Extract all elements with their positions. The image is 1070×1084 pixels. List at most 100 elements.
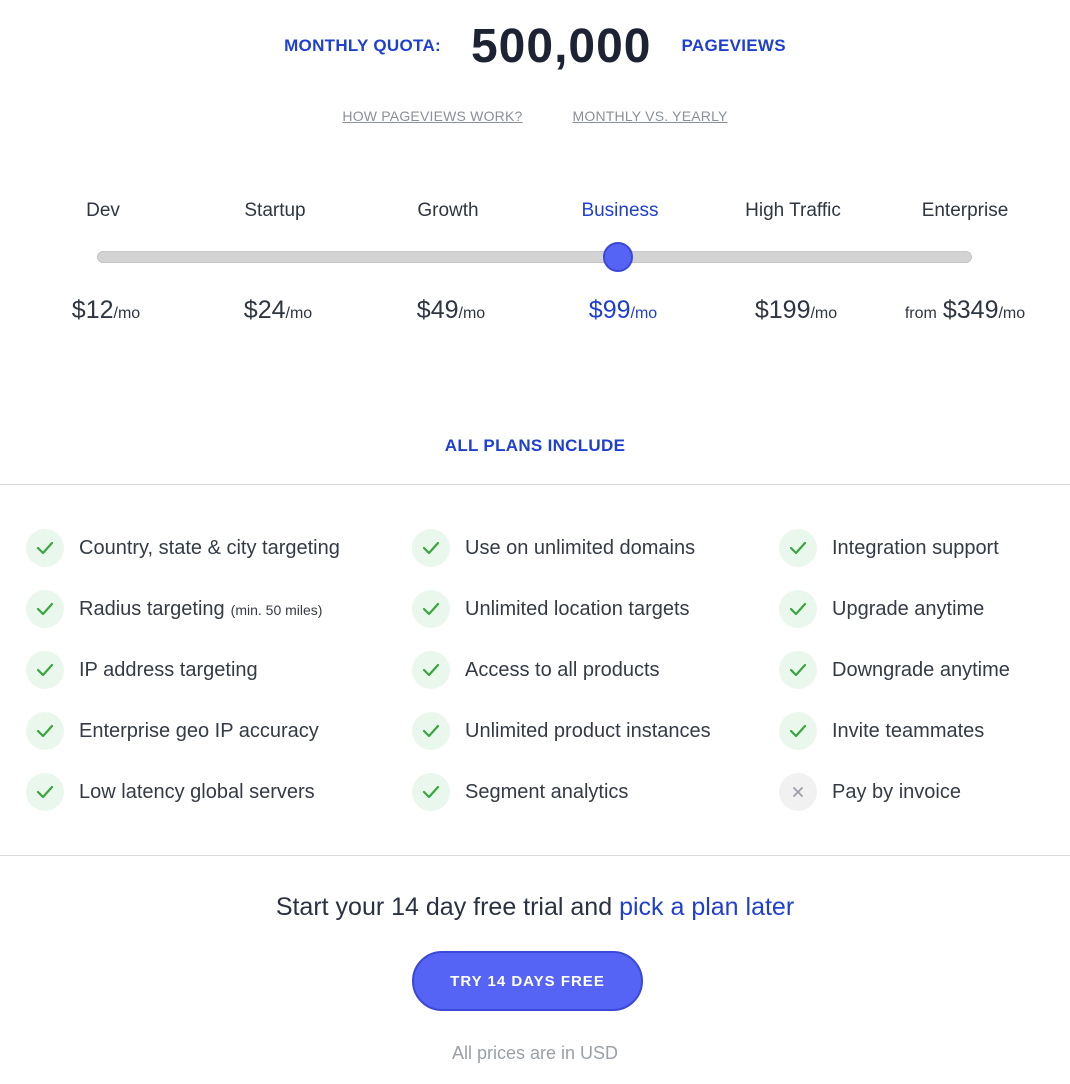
feature-label-text: Use on unlimited domains <box>465 537 696 559</box>
feature-label-text: Unlimited location targets <box>465 598 690 620</box>
feature-item: Unlimited location targets <box>412 589 711 650</box>
check-icon <box>779 651 817 689</box>
feature-label: Radius targeting (min. 50 miles) <box>79 589 322 630</box>
feature-label: Integration support <box>832 528 999 568</box>
plan-names: Dev Startup Growth Business High Traffic… <box>0 200 1070 230</box>
quota-label: MONTHLY QUOTA: <box>284 36 441 55</box>
price-period: /mo <box>113 305 141 322</box>
divider-top <box>0 484 1070 485</box>
feature-item: Low latency global servers <box>26 772 340 833</box>
feature-item: Country, state & city targeting <box>26 528 340 589</box>
feature-label: Upgrade anytime <box>832 589 984 629</box>
monthly-vs-yearly-link[interactable]: MONTHLY VS. YEARLY <box>573 108 728 124</box>
feature-label: Pay by invoice <box>832 772 961 812</box>
check-icon <box>26 651 64 689</box>
divider-bottom <box>0 855 1070 856</box>
feature-label: Unlimited location targets <box>465 589 690 629</box>
price-dev: $12/mo <box>66 296 140 325</box>
feature-column: Integration support Upgrade anytime Downgr… <box>779 528 1010 833</box>
price-enterprise: from $349/mo <box>905 296 1025 325</box>
trial-text-main: Start your 14 day free trial and <box>275 893 613 921</box>
feature-label: Use on unlimited domains <box>465 528 695 568</box>
how-pageviews-work-link[interactable]: HOW PAGEVIEWS WORK? <box>342 108 522 124</box>
trial-text: Start your 14 day free trial and pick a … <box>0 893 1070 922</box>
check-icon <box>779 529 817 567</box>
price-high-traffic: $199/mo <box>749 296 837 325</box>
feature-item: Pay by invoice <box>779 772 1010 833</box>
feature-label: Access to all products <box>465 650 660 690</box>
feature-item: IP address targeting <box>26 650 340 711</box>
feature-label-text: Invite teammates <box>832 720 985 742</box>
check-icon <box>412 529 450 567</box>
quota-row: MONTHLY QUOTA: 500,000 PAGEVIEWS <box>0 16 1070 76</box>
try-free-button[interactable]: TRY 14 DAYS FREE <box>412 951 643 1011</box>
check-icon <box>779 590 817 628</box>
check-icon <box>26 590 64 628</box>
feature-note: (min. 50 miles) <box>230 602 323 618</box>
feature-item: Invite teammates <box>779 711 1010 772</box>
price-amount: $12 <box>71 296 114 324</box>
price-business: $99/mo <box>583 296 657 325</box>
price-prefix: from <box>904 305 937 322</box>
feature-item: Enterprise geo IP accuracy <box>26 711 340 772</box>
price-period: /mo <box>810 305 838 322</box>
plan-name-growth[interactable]: Growth <box>417 200 478 222</box>
feature-label-text: IP address targeting <box>79 659 258 681</box>
price-growth: $49/mo <box>411 296 485 325</box>
price-amount: $349 <box>942 296 999 324</box>
feature-label-text: Radius targeting <box>79 598 225 620</box>
plan-name-business[interactable]: Business <box>581 200 658 222</box>
all-plans-include-title: ALL PLANS INCLUDE <box>444 436 626 455</box>
feature-column: Use on unlimited domains Unlimited locati… <box>412 528 711 833</box>
feature-label: Country, state & city targeting <box>79 528 340 568</box>
feature-label: Unlimited product instances <box>465 711 711 751</box>
plan-prices: $12/mo $24/mo $49/mo $99/mo $199/mo from… <box>0 296 1070 330</box>
feature-label-text: Low latency global servers <box>79 781 315 803</box>
feature-label: Invite teammates <box>832 711 984 751</box>
check-icon <box>26 529 64 567</box>
price-period: /mo <box>458 305 486 322</box>
pick-plan-later-link[interactable]: pick a plan later <box>619 893 794 921</box>
feature-item: Integration support <box>779 528 1010 589</box>
price-period: /mo <box>998 305 1026 322</box>
price-amount: $49 <box>416 296 459 324</box>
price-amount: $99 <box>588 296 631 324</box>
x-icon <box>779 773 817 811</box>
feature-label-text: Segment analytics <box>465 781 629 803</box>
check-icon <box>26 773 64 811</box>
feature-label-text: Access to all products <box>465 659 660 681</box>
feature-item: Use on unlimited domains <box>412 528 711 589</box>
check-icon <box>26 712 64 750</box>
check-icon <box>779 712 817 750</box>
check-icon <box>412 651 450 689</box>
price-period: /mo <box>630 305 658 322</box>
feature-label: Segment analytics <box>465 772 628 812</box>
feature-label: Low latency global servers <box>79 772 315 812</box>
price-startup: $24/mo <box>238 296 312 325</box>
plan-name-startup[interactable]: Startup <box>244 200 305 222</box>
quota-unit: PAGEVIEWS <box>681 36 786 55</box>
feature-label-text: Country, state & city targeting <box>79 537 340 559</box>
feature-label: IP address targeting <box>79 650 258 690</box>
feature-label-text: Integration support <box>832 537 999 559</box>
feature-label: Downgrade anytime <box>832 650 1010 690</box>
feature-item: Radius targeting (min. 50 miles) <box>26 589 340 650</box>
feature-label-text: Unlimited product instances <box>465 720 711 742</box>
feature-label-text: Upgrade anytime <box>832 598 985 620</box>
price-amount: $199 <box>754 296 811 324</box>
check-icon <box>412 712 450 750</box>
price-period: /mo <box>285 305 313 322</box>
plan-name-high-traffic[interactable]: High Traffic <box>745 200 841 222</box>
check-icon <box>412 590 450 628</box>
currency-note: All prices are in USD <box>451 1043 619 1063</box>
feature-item: Downgrade anytime <box>779 650 1010 711</box>
check-icon <box>412 773 450 811</box>
feature-label-text: Pay by invoice <box>832 781 961 803</box>
plan-slider-thumb[interactable] <box>603 242 633 272</box>
plan-slider-track[interactable] <box>97 251 972 263</box>
feature-label-text: Downgrade anytime <box>832 659 1010 681</box>
plan-name-dev[interactable]: Dev <box>86 200 120 222</box>
quota-value: 500,000 <box>470 19 652 73</box>
plan-name-enterprise[interactable]: Enterprise <box>922 200 1009 222</box>
feature-item: Unlimited product instances <box>412 711 711 772</box>
